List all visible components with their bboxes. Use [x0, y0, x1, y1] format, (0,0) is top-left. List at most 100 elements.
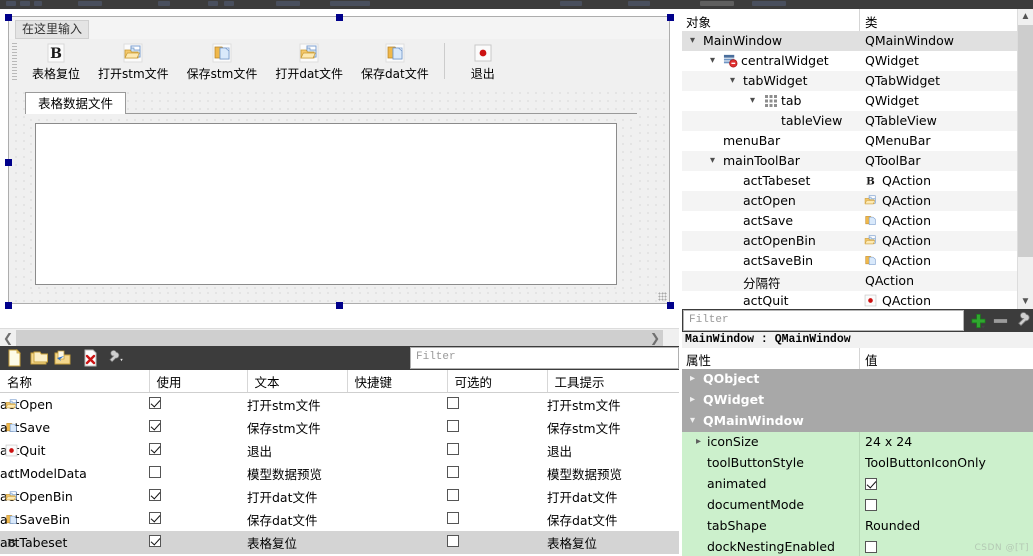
property-row-iconSize[interactable]: ▸ iconSize 24 x 24: [682, 432, 1033, 453]
selection-handle-bottom-left[interactable]: [5, 302, 12, 309]
chevron-down-icon[interactable]: ▾: [727, 75, 738, 86]
action-shortcut[interactable]: [347, 508, 447, 531]
chevron-right-icon[interactable]: ▸: [693, 436, 704, 448]
column-divider[interactable]: [859, 348, 860, 369]
action-checkable-cell[interactable]: [447, 485, 547, 508]
action-shortcut[interactable]: [347, 416, 447, 439]
property-group-QWidget[interactable]: ▸ QWidget: [682, 390, 1033, 411]
central-widget-area[interactable]: 表格数据文件: [9, 86, 669, 303]
property-value[interactable]: Rounded: [865, 518, 920, 533]
action-checkable-cell[interactable]: [447, 462, 547, 485]
delete-action-icon[interactable]: [82, 349, 100, 367]
tree-item-MainWindow[interactable]: ▾ MainWindow QMainWindow: [682, 31, 1018, 51]
table-row[interactable]: I actModelData 模型数据预览 模型数据预览: [0, 462, 679, 485]
action-shortcut[interactable]: [347, 462, 447, 485]
edit-action-icon[interactable]: [54, 349, 72, 367]
form-resize-grip[interactable]: [658, 292, 667, 301]
selection-handle-top-right[interactable]: [667, 14, 674, 21]
tree-item-separator[interactable]: 分隔符 QAction: [682, 271, 1018, 291]
property-value[interactable]: [865, 499, 877, 514]
object-inspector-scrollbar[interactable]: ▲ ▼: [1017, 9, 1033, 309]
checkable-checkbox[interactable]: [447, 512, 459, 524]
checkable-checkbox[interactable]: [447, 489, 459, 501]
tree-item-tableView[interactable]: tableView QTableView: [682, 111, 1018, 131]
property-row-documentMode[interactable]: documentMode: [682, 495, 1033, 516]
form-designer-canvas[interactable]: 在这里输入 B 表格复位 打开stm文件 保存stm文件 打开dat文件 保存d…: [0, 9, 679, 320]
action-editor-table[interactable]: 名称 使用 文本 快捷键 可选的 工具提示 actOpen 打开stm文件 打开…: [0, 370, 680, 554]
documentmode-checkbox[interactable]: [865, 499, 877, 511]
tab-page[interactable]: [25, 114, 637, 292]
docknesting-checkbox[interactable]: [865, 541, 877, 553]
tree-item-tab[interactable]: ▾ tab QWidget: [682, 91, 1018, 111]
selection-handle-bottom-center[interactable]: [336, 302, 343, 309]
used-checkbox[interactable]: [149, 535, 161, 547]
toolbutton-actOpen[interactable]: 打开stm文件: [89, 39, 178, 82]
used-checkbox[interactable]: [149, 397, 161, 409]
checkable-checkbox[interactable]: [447, 535, 459, 547]
col-header-shortcut[interactable]: 快捷键: [347, 370, 448, 393]
chevron-down-icon[interactable]: ▾: [747, 95, 758, 106]
animated-checkbox[interactable]: [865, 478, 877, 490]
chevron-down-icon[interactable]: ▾: [707, 155, 718, 166]
checkable-checkbox[interactable]: [447, 466, 459, 478]
selection-handle-mid-left[interactable]: [5, 159, 12, 166]
tab-widget[interactable]: 表格数据文件: [25, 92, 637, 292]
action-name-cell[interactable]: actQuit: [0, 439, 149, 462]
action-used-cell[interactable]: [149, 485, 247, 508]
chevron-right-icon[interactable]: ▸: [687, 394, 698, 406]
tree-item-centralWidget[interactable]: ▾ centralWidget QWidget: [682, 51, 1018, 71]
toolbar-grip-handle[interactable]: [12, 43, 17, 82]
selection-handle-top-center[interactable]: [336, 14, 343, 21]
action-checkable-cell[interactable]: [447, 416, 547, 439]
checkable-checkbox[interactable]: [447, 443, 459, 455]
col-header-class[interactable]: 类: [865, 12, 878, 31]
action-used-cell[interactable]: [149, 462, 247, 485]
property-value[interactable]: [865, 541, 877, 556]
form-toolbar[interactable]: B 表格复位 打开stm文件 保存stm文件 打开dat文件 保存dat文件 退…: [9, 39, 669, 87]
col-header-object[interactable]: 对象: [686, 12, 711, 31]
tree-item-actOpenBin[interactable]: actOpenBin QAction: [682, 231, 1018, 251]
scroll-right-icon[interactable]: ❯: [647, 329, 663, 347]
table-view-widget[interactable]: [35, 123, 617, 285]
tree-item-actSaveBin[interactable]: actSaveBin QAction: [682, 251, 1018, 271]
property-row-toolButtonStyle[interactable]: toolButtonStyle ToolButtonIconOnly: [682, 453, 1033, 474]
action-checkable-cell[interactable]: [447, 439, 547, 462]
selection-handle-bottom-right[interactable]: [667, 302, 674, 309]
table-row[interactable]: B actTabeset 表格复位 表格复位: [0, 531, 679, 554]
action-used-cell[interactable]: [149, 393, 247, 417]
wrench-icon[interactable]: [1014, 311, 1031, 329]
configure-icon[interactable]: [108, 349, 126, 367]
scroll-left-icon[interactable]: ❮: [0, 329, 16, 347]
property-value[interactable]: [865, 478, 877, 493]
scroll-up-icon[interactable]: ▲: [1018, 9, 1033, 24]
chevron-down-icon[interactable]: ▾: [707, 55, 718, 66]
action-shortcut[interactable]: [347, 531, 447, 554]
plus-icon[interactable]: [970, 312, 987, 329]
action-checkable-cell[interactable]: [447, 393, 547, 417]
tab-table-data-file[interactable]: 表格数据文件: [25, 92, 127, 115]
property-value[interactable]: 24 x 24: [865, 434, 912, 449]
property-row-tabShape[interactable]: tabShape Rounded: [682, 516, 1033, 537]
main-window-form[interactable]: 在这里输入 B 表格复位 打开stm文件 保存stm文件 打开dat文件 保存d…: [8, 16, 670, 304]
tree-item-actTabeset[interactable]: actTabeset B QAction: [682, 171, 1018, 191]
object-inspector[interactable]: 对象 类 ▾ MainWindow QMainWindow ▾ centralW…: [682, 9, 1033, 309]
table-row[interactable]: actQuit 退出 退出: [0, 439, 679, 462]
action-editor-toolbar[interactable]: Filter: [0, 346, 679, 370]
col-header-property[interactable]: 属性: [686, 350, 711, 369]
property-value[interactable]: ToolButtonIconOnly: [865, 455, 986, 470]
scrollbar-thumb[interactable]: [16, 330, 663, 346]
action-name-cell[interactable]: actOpen: [0, 393, 149, 417]
selection-handle-top-left[interactable]: [5, 14, 12, 21]
table-row[interactable]: actOpen 打开stm文件 打开stm文件: [0, 393, 679, 417]
checkable-checkbox[interactable]: [447, 397, 459, 409]
action-editor-panel[interactable]: Filter 名称 使用 文本 快捷键 可选的 工具提示 actOpen 打开s…: [0, 346, 680, 554]
scroll-down-icon[interactable]: ▼: [1018, 294, 1033, 309]
used-checkbox[interactable]: [149, 443, 161, 455]
col-header-name[interactable]: 名称: [0, 370, 150, 393]
chevron-down-icon[interactable]: ▾: [687, 415, 698, 427]
action-name-cell[interactable]: actSaveBin: [0, 508, 149, 531]
tab-bar[interactable]: 表格数据文件: [25, 92, 637, 115]
used-checkbox[interactable]: [149, 466, 161, 478]
table-row[interactable]: actSave 保存stm文件 保存stm文件: [0, 416, 679, 439]
action-shortcut[interactable]: [347, 393, 447, 417]
